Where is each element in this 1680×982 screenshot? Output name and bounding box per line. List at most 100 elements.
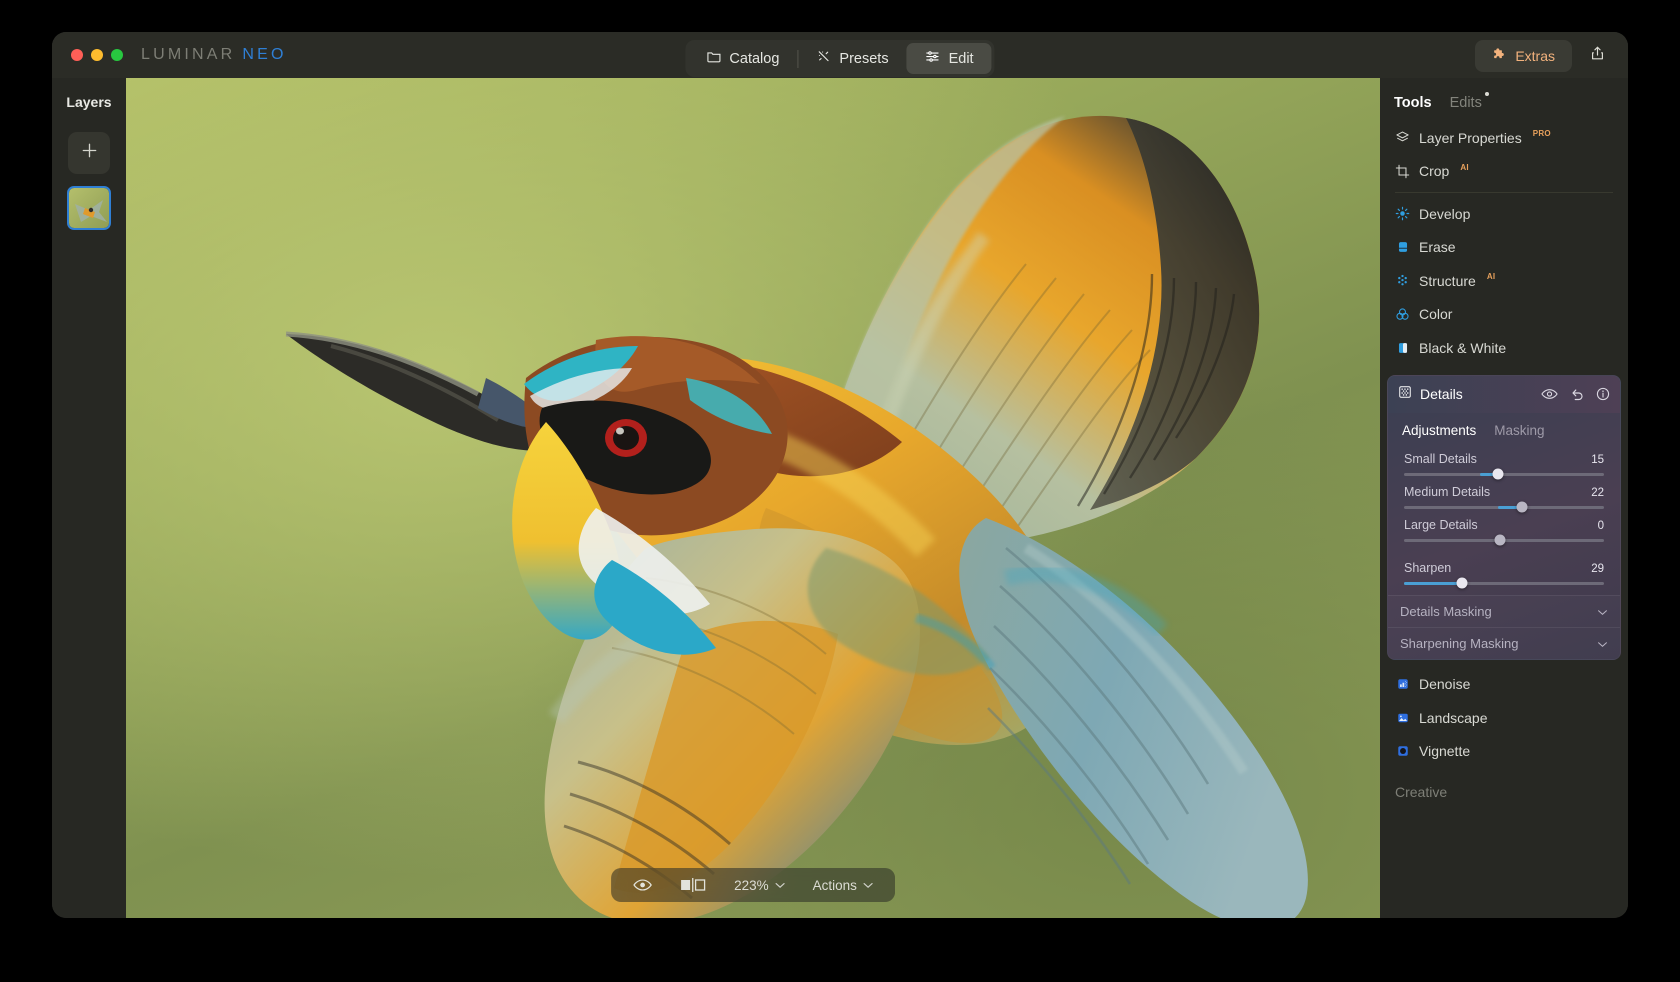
tool-denoise-label: Denoise <box>1419 676 1470 692</box>
layers-title: Layers <box>52 94 126 110</box>
slider-small-details-value: 15 <box>1591 454 1604 466</box>
image-canvas[interactable]: 223% Actions <box>126 78 1380 918</box>
details-module-header[interactable]: Details <box>1388 376 1620 413</box>
share-icon <box>1589 45 1606 67</box>
tool-layer-properties[interactable]: Layer Properties PRO <box>1380 121 1628 155</box>
tool-vignette[interactable]: Vignette <box>1380 735 1628 769</box>
tool-layer-properties-label: Layer Properties <box>1419 130 1522 146</box>
pro-badge: PRO <box>1533 129 1551 138</box>
chevron-down-icon <box>1597 636 1608 651</box>
zoom-button[interactable] <box>111 49 123 61</box>
tool-crop[interactable]: Crop AI <box>1380 155 1628 189</box>
sun-icon <box>1395 206 1410 221</box>
zoom-level-value: 223% <box>734 878 769 893</box>
layers-icon <box>1395 130 1410 145</box>
slider-large-details: Large Details 0 <box>1404 518 1604 542</box>
traffic-lights <box>71 49 123 61</box>
ai-badge: AI <box>1487 272 1496 281</box>
app-logo: LUMINAR NEO <box>141 46 287 64</box>
tool-develop[interactable]: Develop <box>1380 197 1628 231</box>
share-button[interactable] <box>1582 41 1612 71</box>
folder-icon <box>706 49 721 68</box>
slider-sharpen-label: Sharpen <box>1404 561 1451 575</box>
tab-masking[interactable]: Masking <box>1494 423 1544 438</box>
chevron-down-icon <box>863 882 873 889</box>
sparkle-icon <box>816 49 831 68</box>
extras-label: Extras <box>1515 48 1555 64</box>
details-sliders: Small Details 15 Medium Details 22 <box>1388 444 1620 595</box>
preview-toggle-button[interactable] <box>619 874 666 896</box>
tool-landscape[interactable]: Landscape <box>1380 701 1628 735</box>
canvas-photo <box>126 78 1380 918</box>
slider-sharpen-track[interactable] <box>1404 582 1604 585</box>
tool-structure[interactable]: Structure AI <box>1380 264 1628 298</box>
nav-presets-label: Presets <box>839 51 888 67</box>
slider-large-details-value: 0 <box>1598 520 1604 532</box>
nav-catalog[interactable]: Catalog <box>688 43 797 74</box>
bw-icon <box>1395 340 1410 355</box>
sliders-icon <box>925 49 941 68</box>
compare-split-button[interactable] <box>666 874 720 896</box>
crop-icon <box>1395 164 1410 179</box>
nav-presets[interactable]: Presets <box>798 43 906 74</box>
details-tabs: Adjustments Masking <box>1388 413 1620 444</box>
edits-badge-dot <box>1485 92 1489 96</box>
zoom-level-dropdown[interactable]: 223% <box>720 874 799 896</box>
title-bar-right: Extras <box>1475 40 1612 72</box>
panel-tabs: Tools Edits <box>1380 78 1628 121</box>
tab-tools[interactable]: Tools <box>1394 95 1432 111</box>
tab-edits[interactable]: Edits <box>1450 95 1482 111</box>
tool-develop-label: Develop <box>1419 206 1470 222</box>
vignette-icon <box>1395 744 1410 759</box>
tool-erase[interactable]: Erase <box>1380 231 1628 265</box>
brand-accent: NEO <box>242 46 286 64</box>
info-icon[interactable] <box>1596 387 1610 401</box>
chevron-down-icon <box>1597 604 1608 619</box>
layer-thumb-image <box>69 188 111 230</box>
tool-structure-label: Structure <box>1419 273 1476 289</box>
tab-edits-label: Edits <box>1450 95 1482 111</box>
tools-panel: Tools Edits Layer Properties PRO Crop <box>1380 78 1628 918</box>
section-sharpening-masking-label: Sharpening Masking <box>1400 636 1519 651</box>
grid-dots-icon <box>1398 385 1412 404</box>
slider-medium-details-value: 22 <box>1591 487 1604 499</box>
extras-button[interactable]: Extras <box>1475 40 1572 72</box>
tool-color[interactable]: Color <box>1380 298 1628 332</box>
tool-vignette-label: Vignette <box>1419 743 1470 759</box>
tab-adjustments[interactable]: Adjustments <box>1402 423 1476 438</box>
layer-thumbnail-bird[interactable] <box>67 186 111 230</box>
slider-small-details: Small Details 15 <box>1404 452 1604 476</box>
close-button[interactable] <box>71 49 83 61</box>
slider-large-details-track[interactable] <box>1404 539 1604 542</box>
app-window: LUMINAR NEO Catalog Presets <box>52 32 1628 918</box>
nav-catalog-label: Catalog <box>729 51 779 67</box>
slider-small-details-label: Small Details <box>1404 452 1477 466</box>
section-creative-header: Creative <box>1380 768 1628 800</box>
viewer-toolbar: 223% Actions <box>611 868 895 902</box>
slider-large-details-label: Large Details <box>1404 518 1478 532</box>
slider-sharpen: Sharpen 29 <box>1404 561 1604 585</box>
puzzle-icon <box>1492 47 1507 65</box>
actions-label: Actions <box>813 878 857 893</box>
top-navigation: Catalog Presets <box>685 40 994 77</box>
chevron-down-icon <box>775 882 785 889</box>
tool-black-and-white[interactable]: Black & White <box>1380 331 1628 365</box>
details-module-actions <box>1541 387 1610 401</box>
undo-icon[interactable] <box>1570 388 1584 401</box>
tool-erase-label: Erase <box>1419 239 1456 255</box>
add-layer-button[interactable] <box>68 132 110 174</box>
nav-edit[interactable]: Edit <box>907 43 992 74</box>
tool-color-label: Color <box>1419 306 1452 322</box>
slider-medium-details-track[interactable] <box>1404 506 1604 509</box>
details-module-title: Details <box>1420 386 1541 402</box>
eraser-icon <box>1395 240 1410 255</box>
actions-dropdown[interactable]: Actions <box>799 874 887 896</box>
slider-small-details-track[interactable] <box>1404 473 1604 476</box>
section-sharpening-masking[interactable]: Sharpening Masking <box>1388 627 1620 659</box>
section-details-masking[interactable]: Details Masking <box>1388 595 1620 627</box>
brand-primary: LUMINAR <box>141 46 235 64</box>
tool-denoise[interactable]: Denoise <box>1380 668 1628 702</box>
denoise-icon <box>1395 677 1410 692</box>
minimize-button[interactable] <box>91 49 103 61</box>
eye-icon[interactable] <box>1541 388 1558 400</box>
